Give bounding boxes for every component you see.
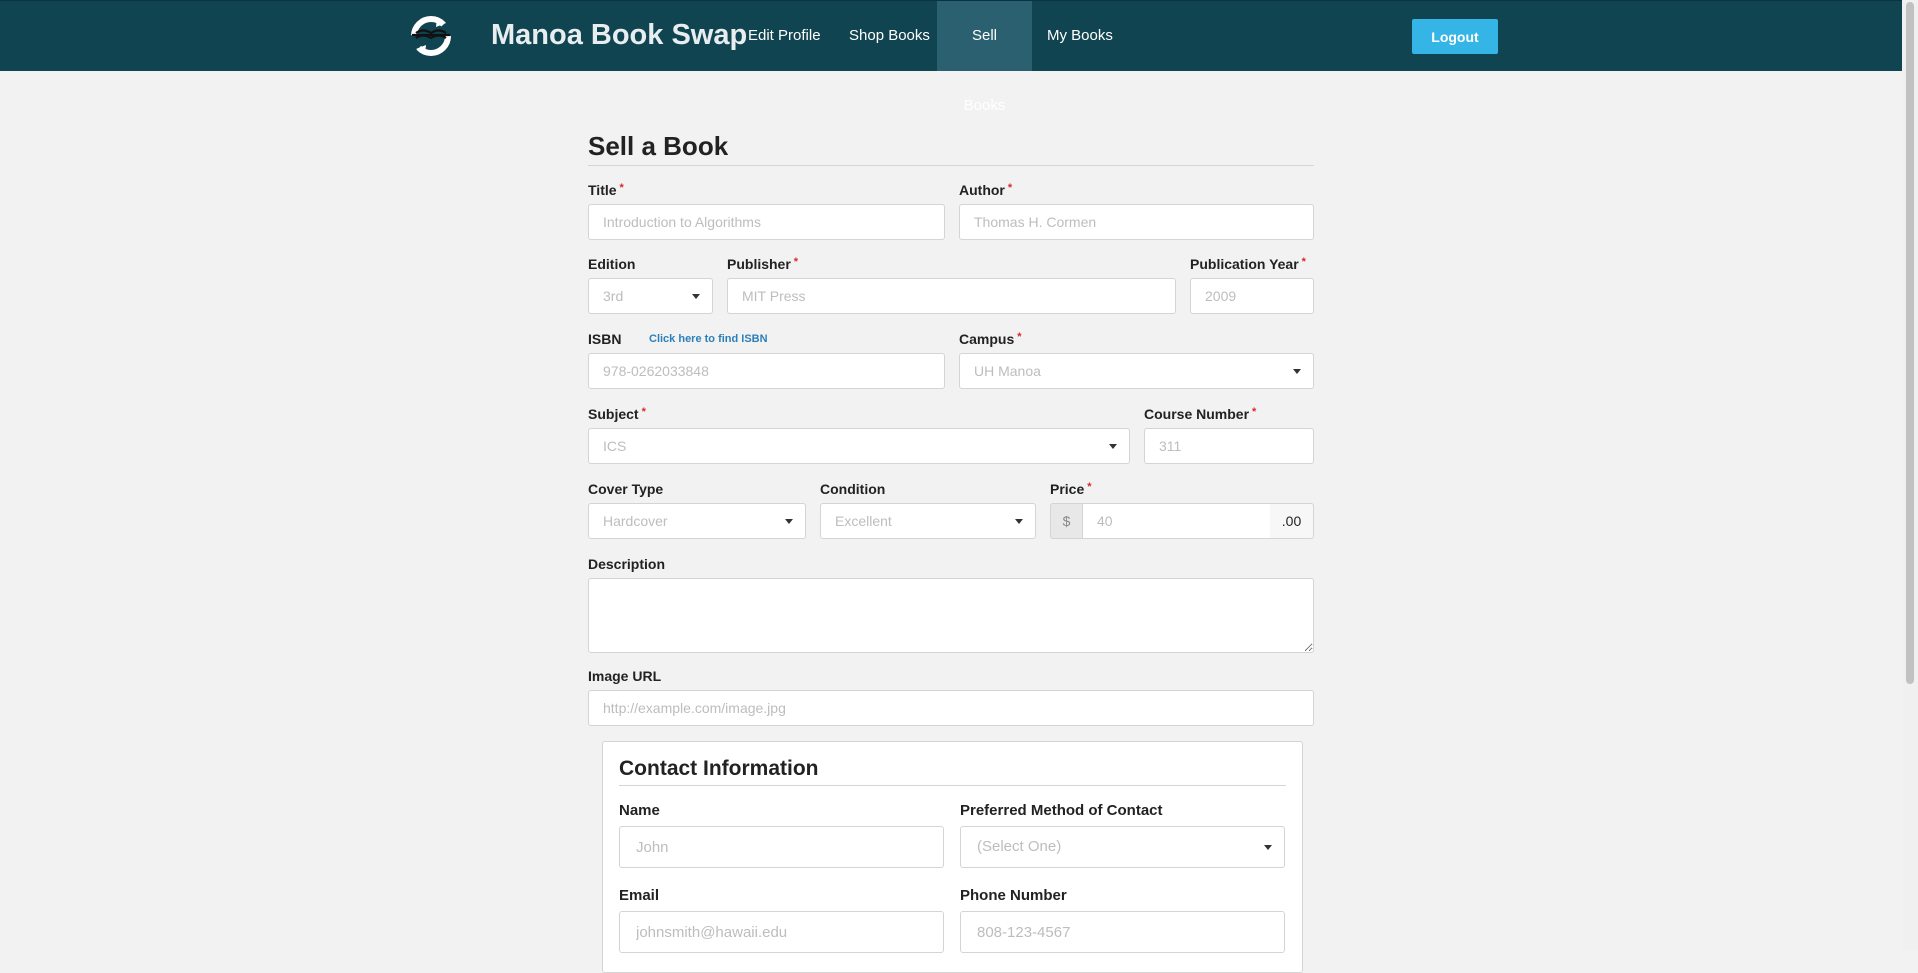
chevron-down-icon — [692, 294, 700, 299]
edition-label: Edition — [588, 256, 636, 272]
email-label: Email — [619, 887, 660, 904]
subject-select[interactable]: ICS — [588, 428, 1130, 464]
cover-type-label: Cover Type — [588, 481, 664, 497]
course-number-input[interactable] — [1144, 428, 1314, 464]
logout-button[interactable]: Logout — [1412, 19, 1498, 54]
dollar-prefix: $ — [1050, 503, 1082, 539]
image-url-label: Image URL — [588, 668, 662, 684]
subject-label: Subject * — [588, 406, 646, 422]
image-url-input[interactable] — [588, 690, 1314, 726]
course-number-label: Course Number * — [1144, 406, 1257, 422]
chevron-down-icon — [1109, 444, 1117, 449]
book-swap-logo-icon[interactable] — [406, 13, 456, 59]
title-label: Title * — [588, 182, 624, 198]
name-input[interactable] — [619, 826, 944, 868]
chevron-down-icon — [1264, 845, 1272, 850]
isbn-label: ISBN — [588, 331, 622, 347]
condition-label: Condition — [820, 481, 886, 497]
title-input[interactable] — [588, 204, 945, 240]
price-input[interactable] — [1082, 503, 1271, 539]
nav-my-books[interactable]: My Books — [1031, 1, 1129, 71]
cents-suffix: .00 — [1270, 503, 1314, 539]
publisher-label: Publisher * — [727, 256, 799, 272]
description-textarea[interactable] — [588, 578, 1314, 653]
campus-label: Campus * — [959, 331, 1022, 347]
name-label: Name — [619, 802, 660, 819]
edition-select[interactable]: 3rd — [588, 278, 713, 314]
top-navbar: Manoa Book Swap Edit Profile Shop Books … — [0, 0, 1902, 114]
scrollbar-thumb[interactable] — [1906, 2, 1914, 684]
email-input[interactable] — [619, 911, 944, 953]
author-input[interactable] — [959, 204, 1314, 240]
brand-title[interactable]: Manoa Book Swap — [491, 19, 747, 52]
publisher-input[interactable] — [727, 278, 1176, 314]
campus-select[interactable]: UH Manoa — [959, 353, 1314, 389]
chevron-down-icon — [1015, 519, 1023, 524]
price-label: Price * — [1050, 481, 1092, 497]
publication-year-input[interactable] — [1190, 278, 1314, 314]
author-label: Author * — [959, 182, 1013, 198]
nav-shop-books[interactable]: Shop Books — [833, 1, 946, 71]
scrollbar[interactable] — [1902, 0, 1918, 950]
nav-sell-books[interactable]: Sell Books — [937, 1, 1032, 114]
phone-input[interactable] — [960, 911, 1285, 953]
contact-heading: Contact Information — [619, 757, 819, 780]
page-title: Sell a Book — [588, 131, 729, 161]
description-label: Description — [588, 556, 666, 572]
contact-method-label: Preferred Method of Contact — [960, 802, 1163, 819]
publication-year-label: Publication Year * — [1190, 256, 1306, 272]
cover-type-select[interactable]: Hardcover — [588, 503, 806, 539]
isbn-input[interactable] — [588, 353, 945, 389]
contact-method-select[interactable]: (Select One) — [960, 826, 1285, 868]
nav-edit-profile[interactable]: Edit Profile — [732, 1, 837, 71]
phone-label: Phone Number — [960, 887, 1067, 904]
divider — [619, 785, 1286, 786]
find-isbn-link[interactable]: Click here to find ISBN — [649, 333, 768, 345]
divider — [588, 165, 1314, 166]
chevron-down-icon — [1293, 369, 1301, 374]
chevron-down-icon — [785, 519, 793, 524]
condition-select[interactable]: Excellent — [820, 503, 1036, 539]
